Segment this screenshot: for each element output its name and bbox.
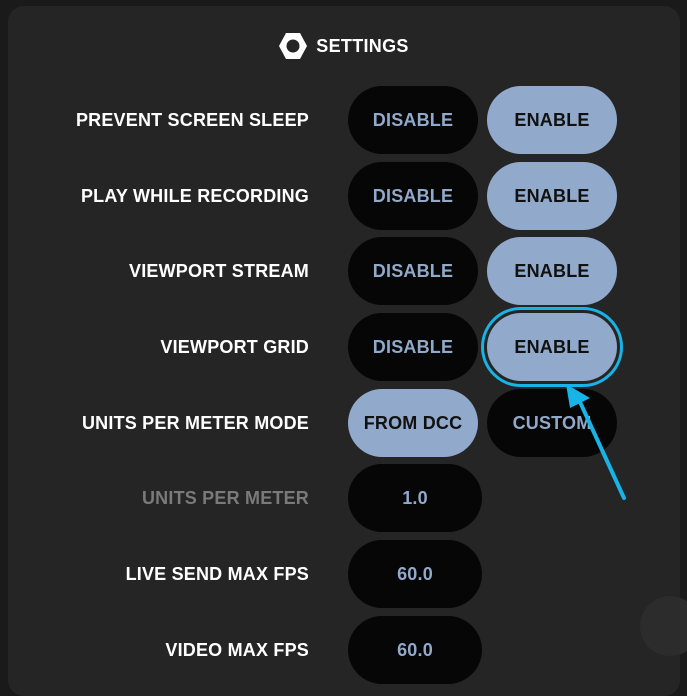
video-max-fps-field[interactable]: 60.0 [348,616,482,684]
setting-label: PLAY WHILE RECORDING [80,186,309,206]
setting-row-prevent-screen-sleep: PREVENT SCREEN SLEEP DISABLE ENABLE [0,86,687,154]
setting-label: VIEWPORT STREAM [128,261,309,281]
prevent-screen-sleep-enable-button[interactable]: ENABLE [487,86,617,154]
setting-row-units-per-meter-mode: UNITS PER METER MODE FROM DCC CUSTOM [0,389,687,457]
setting-row-viewport-stream: VIEWPORT STREAM DISABLE ENABLE [0,237,687,305]
viewport-stream-disable-button[interactable]: DISABLE [348,237,478,305]
setting-row-units-per-meter: UNITS PER METER 1.0 [0,464,687,532]
setting-label: VIEWPORT GRID [160,337,309,357]
hexagon-settings-icon [279,33,308,59]
setting-label: PREVENT SCREEN SLEEP [75,110,309,130]
live-send-max-fps-field[interactable]: 60.0 [348,540,482,608]
setting-row-video-max-fps: VIDEO MAX FPS 60.0 [0,616,687,684]
setting-label: UNITS PER METER [141,488,309,508]
setting-label: UNITS PER METER MODE [81,413,309,433]
play-while-recording-disable-button[interactable]: DISABLE [348,162,478,230]
units-mode-custom-button[interactable]: CUSTOM [487,389,617,457]
setting-row-play-while-recording: PLAY WHILE RECORDING DISABLE ENABLE [0,162,687,230]
setting-row-live-send-max-fps: LIVE SEND MAX FPS 60.0 [0,540,687,608]
setting-label: VIDEO MAX FPS [165,640,309,660]
play-while-recording-enable-button[interactable]: ENABLE [487,162,617,230]
viewport-stream-enable-button[interactable]: ENABLE [487,237,617,305]
page-title: SETTINGS [316,35,409,56]
setting-row-viewport-grid: VIEWPORT GRID DISABLE ENABLE [0,307,687,387]
setting-label: LIVE SEND MAX FPS [125,564,309,584]
units-mode-from-dcc-button[interactable]: FROM DCC [348,389,478,457]
prevent-screen-sleep-disable-button[interactable]: DISABLE [348,86,478,154]
settings-header: SETTINGS [0,28,687,64]
viewport-grid-enable-button[interactable]: ENABLE [481,307,623,387]
viewport-grid-disable-button[interactable]: DISABLE [348,313,478,381]
units-per-meter-field: 1.0 [348,464,482,532]
